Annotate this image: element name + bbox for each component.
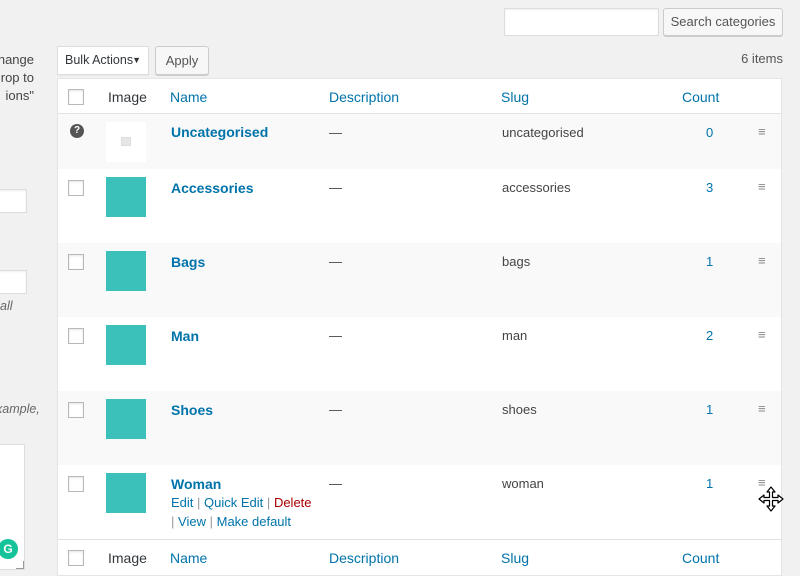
column-image: Image [108, 89, 147, 105]
items-count: 6 items [741, 51, 783, 66]
select-all-checkbox-footer[interactable] [68, 550, 84, 566]
row-checkbox[interactable] [68, 402, 84, 418]
table-row: Accessories — accessories 3 ≡ [58, 169, 781, 243]
make-default-link[interactable]: Make default [217, 514, 291, 529]
slug-input[interactable] [0, 189, 27, 213]
dropdown-caret-icon: ▼ [132, 55, 141, 65]
add-category-form-fragment: hange rop to ions" all xample, G [0, 0, 48, 576]
column-count[interactable]: Count [682, 89, 719, 105]
resize-grip-icon[interactable] [16, 561, 24, 569]
bulk-actions-value: Bulk Actions [65, 53, 134, 67]
column-name[interactable]: Name [170, 89, 207, 105]
drag-handle-icon[interactable]: ≡ [758, 401, 766, 416]
column-slug[interactable]: Slug [501, 550, 529, 566]
help-icon[interactable]: ? [70, 124, 84, 138]
row-checkbox[interactable] [68, 180, 84, 196]
category-slug: shoes [502, 402, 537, 417]
category-count-link[interactable]: 0 [706, 125, 713, 140]
category-name-link[interactable]: Accessories [171, 180, 254, 196]
table-row: Woman Edit | Quick Edit | Delete | View … [58, 465, 781, 539]
category-description: — [329, 180, 342, 195]
column-description[interactable]: Description [329, 89, 399, 105]
apply-button[interactable]: Apply [155, 46, 209, 75]
column-name[interactable]: Name [170, 550, 207, 566]
form-hint: all [0, 299, 13, 313]
table-header: Image Name Description Slug Count [58, 79, 781, 114]
category-description: — [329, 402, 342, 417]
table-row: ? Uncategorised — uncategorised 0 ≡ [58, 114, 781, 169]
table-row: Shoes — shoes 1 ≡ [58, 391, 781, 465]
category-thumbnail [106, 473, 146, 513]
category-count-link[interactable]: 2 [706, 328, 713, 343]
category-description: — [329, 328, 342, 343]
form-text-line: rop to [0, 70, 34, 85]
row-actions: Edit | Quick Edit | Delete | View | Make… [171, 495, 312, 529]
delete-link[interactable]: Delete [274, 495, 312, 510]
drag-handle-icon[interactable]: ≡ [758, 124, 766, 139]
edit-link[interactable]: Edit [171, 495, 193, 510]
form-divider [0, 320, 2, 338]
category-thumbnail-placeholder [106, 122, 146, 162]
form-hint: xample, [0, 402, 40, 416]
drag-handle-icon[interactable]: ≡ [758, 327, 766, 342]
category-description: — [329, 254, 342, 269]
category-count-link[interactable]: 1 [706, 476, 713, 491]
category-count-link[interactable]: 3 [706, 180, 713, 195]
category-thumbnail [106, 251, 146, 291]
table-row: Bags — bags 1 ≡ [58, 243, 781, 317]
category-slug: uncategorised [502, 125, 584, 140]
category-slug: accessories [502, 180, 571, 195]
table-footer: Image Name Description Slug Count [58, 539, 781, 576]
parent-select[interactable] [0, 270, 27, 294]
category-name-link[interactable]: Man [171, 328, 199, 344]
category-name-link[interactable]: Bags [171, 254, 205, 270]
move-cursor-icon [758, 486, 784, 512]
category-slug: bags [502, 254, 531, 269]
column-count[interactable]: Count [682, 550, 719, 566]
category-thumbnail [106, 399, 146, 439]
row-checkbox[interactable] [68, 476, 84, 492]
category-thumbnail [106, 325, 146, 365]
drag-handle-icon[interactable]: ≡ [758, 253, 766, 268]
category-name-link[interactable]: Uncategorised [171, 124, 268, 140]
column-slug[interactable]: Slug [501, 89, 529, 105]
bulk-actions-select[interactable]: Bulk Actions ▼ [57, 46, 149, 75]
quick-edit-link[interactable]: Quick Edit [204, 495, 263, 510]
category-slug: woman [502, 476, 544, 491]
category-name-link[interactable]: Woman [171, 476, 221, 492]
category-count-link[interactable]: 1 [706, 254, 713, 269]
category-count-link[interactable]: 1 [706, 402, 713, 417]
form-text-line: ions" [5, 88, 34, 103]
category-slug: man [502, 328, 528, 343]
table-row: Man — man 2 ≡ [58, 317, 781, 391]
search-categories-button[interactable]: Search categories [663, 8, 783, 36]
category-description: — [329, 476, 342, 491]
row-checkbox[interactable] [68, 328, 84, 344]
categories-table: Image Name Description Slug Count ? Unca… [57, 78, 782, 576]
row-checkbox[interactable] [68, 254, 84, 270]
category-description: — [329, 125, 342, 140]
view-link[interactable]: View [178, 514, 206, 529]
form-text-line: hange [0, 52, 34, 67]
select-all-checkbox[interactable] [68, 89, 84, 105]
category-name-link[interactable]: Shoes [171, 402, 213, 418]
column-description[interactable]: Description [329, 550, 399, 566]
drag-handle-icon[interactable]: ≡ [758, 179, 766, 194]
category-thumbnail [106, 177, 146, 217]
search-input[interactable] [504, 8, 659, 36]
column-image: Image [108, 550, 147, 566]
